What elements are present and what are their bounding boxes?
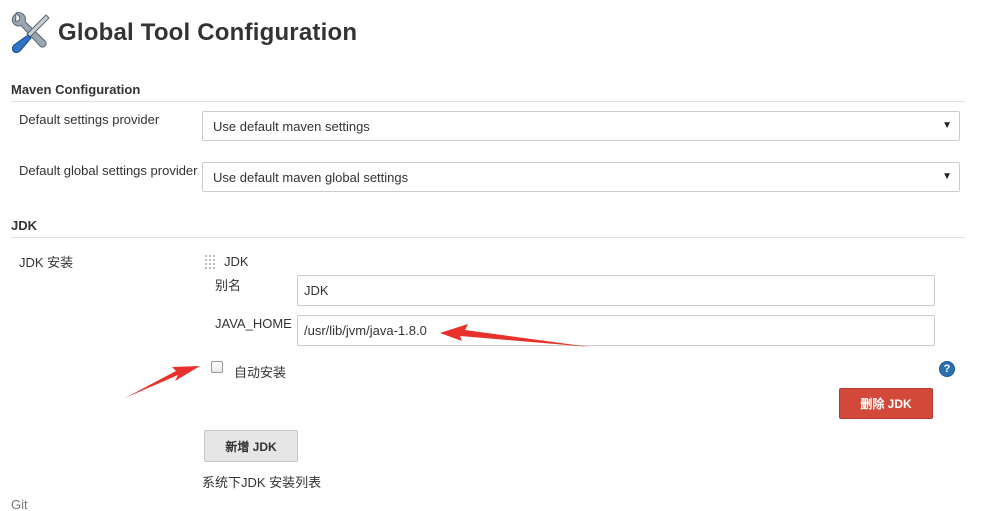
delete-jdk-button[interactable]: 删除 JDK (839, 388, 933, 419)
section-git: Git (11, 497, 28, 511)
jdk-installations-label: JDK 安装 (19, 255, 74, 270)
drag-handle-icon[interactable] (205, 255, 215, 270)
page-title: Global Tool Configuration (58, 19, 358, 46)
annotation-arrows (125, 324, 590, 398)
auto-install-label[interactable]: 自动安装 (234, 362, 286, 381)
jdk-alias-label: 别名 (215, 278, 242, 293)
java-home-label: JAVA_HOME (215, 316, 292, 331)
chevron-down-icon: ▼ (942, 171, 952, 182)
global-settings-provider-label: Default global settings provider (19, 163, 198, 178)
settings-provider-label: Default settings provider (19, 112, 160, 127)
jdk-alias-input[interactable]: JDK (297, 275, 935, 306)
help-icon[interactable]: ? (939, 361, 955, 377)
settings-provider-value: Use default maven settings (213, 118, 370, 134)
section-maven-configuration: Maven Configuration (11, 82, 965, 102)
java-home-input[interactable]: /usr/lib/jvm/java-1.8.0 (297, 315, 935, 346)
jdk-list-caption: 系统下JDK 安装列表 (202, 475, 322, 490)
global-settings-provider-value: Use default maven global settings (213, 169, 409, 185)
add-jdk-button[interactable]: 新增 JDK (204, 430, 298, 462)
annotation-arrow-checkbox (125, 366, 200, 398)
page-header: Global Tool Configuration (8, 10, 357, 56)
jdk-item-header: JDK (224, 254, 249, 269)
chevron-down-icon: ▼ (942, 120, 952, 131)
settings-provider-select[interactable]: Use default maven settings ▼ (202, 111, 960, 141)
tools-icon (11, 12, 50, 54)
section-jdk: JDK (11, 218, 965, 238)
auto-install-checkbox[interactable] (211, 361, 223, 373)
global-settings-provider-select[interactable]: Use default maven global settings ▼ (202, 162, 960, 192)
